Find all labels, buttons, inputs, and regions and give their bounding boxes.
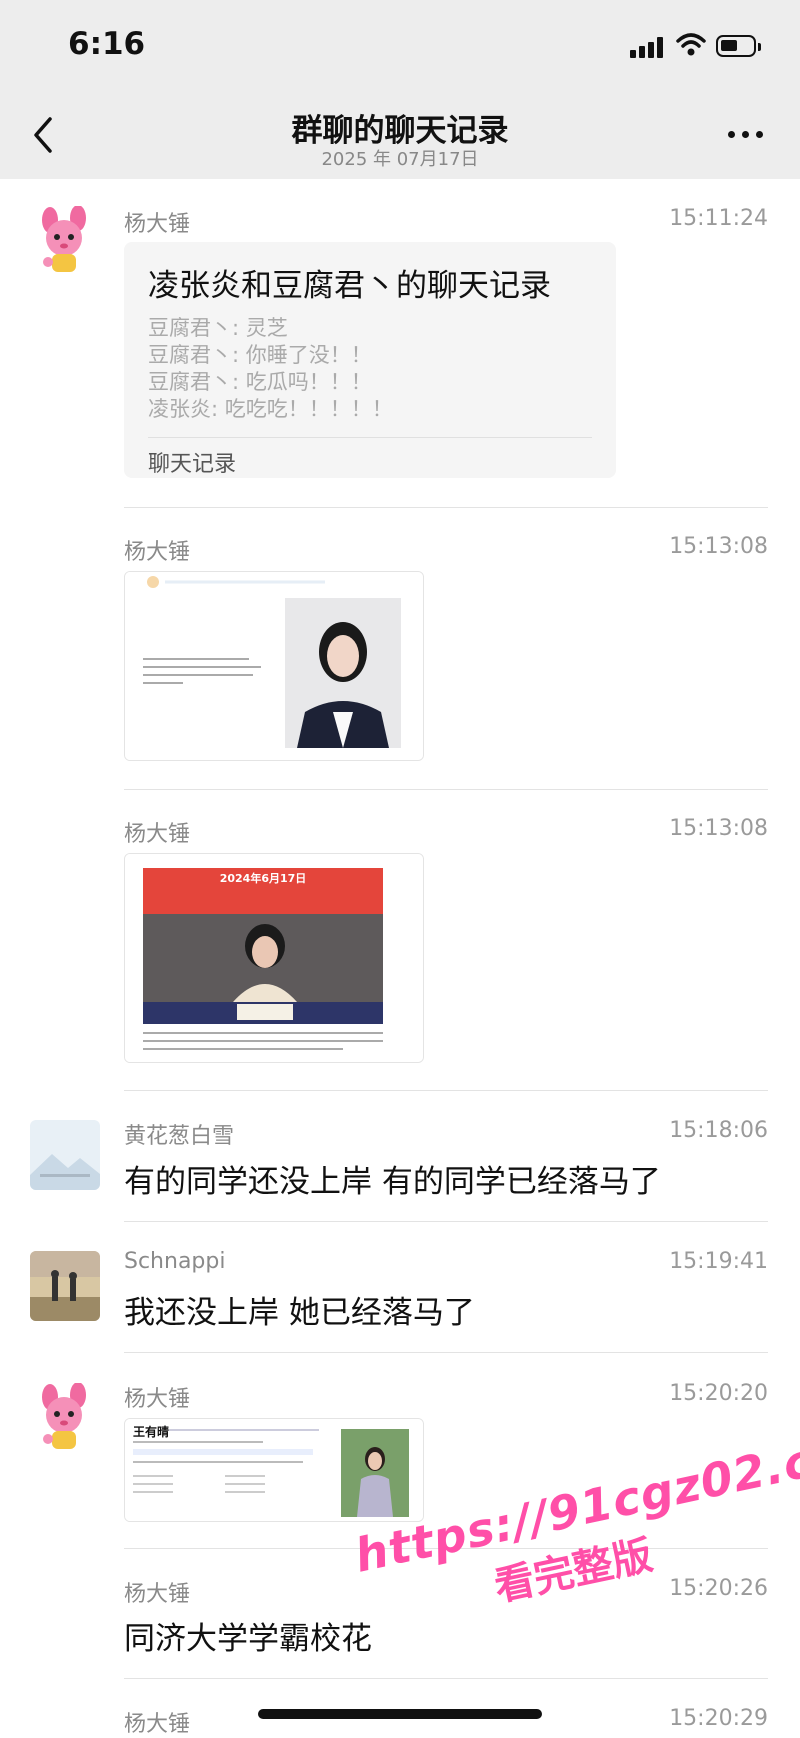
record-line: 豆腐君丶: 灵芝: [148, 316, 288, 340]
message-time: 15:20:26: [669, 1576, 768, 1601]
record-line: 豆腐君丶: 吃瓜吗！！！: [148, 370, 372, 394]
divider: [124, 507, 768, 508]
divider: [124, 1678, 768, 1679]
avatar[interactable]: [30, 206, 100, 276]
page-date: 2025 年 07月17日: [321, 149, 479, 170]
message-time: 15:20:20: [669, 1381, 768, 1406]
status-time: 6:16: [68, 26, 146, 62]
divider: [124, 1221, 768, 1222]
sender-name: 杨大锤: [124, 1582, 191, 1607]
status-bar: 6:16: [0, 0, 800, 95]
sender-name: Schnappi: [124, 1249, 226, 1274]
sender-name: 杨大锤: [124, 540, 191, 565]
message-text: 有的同学还没上岸 有的同学已经落马了: [124, 1164, 661, 1200]
message-time: 15:11:24: [669, 206, 768, 231]
record-footer: 聊天记录: [148, 452, 237, 477]
wifi-icon: [676, 33, 706, 56]
more-icon[interactable]: [726, 125, 766, 145]
nav-bar: 群聊的聊天记录 2025 年 07月17日: [0, 95, 800, 179]
divider: [148, 437, 592, 438]
sender-name: 杨大锤: [124, 1387, 191, 1412]
home-indicator[interactable]: [258, 1709, 542, 1719]
signal-icon: [630, 36, 670, 58]
profile-name: 王有晴: [133, 1425, 170, 1439]
message-time: 15:13:08: [669, 534, 768, 559]
image-attachment[interactable]: 王有晴: [124, 1418, 424, 1522]
record-line: 豆腐君丶: 你睡了没！！: [148, 343, 372, 367]
sender-name: 杨大锤: [124, 212, 191, 237]
message-text: 我还没上岸 她已经落马了: [124, 1295, 475, 1331]
sender-name: 杨大锤: [124, 822, 191, 847]
record-line: 凌张炎: 吃吃吃！！！！！: [148, 397, 393, 421]
message-time: 15:13:08: [669, 816, 768, 841]
divider: [124, 1090, 768, 1091]
divider: [124, 1352, 768, 1353]
record-title: 凌张炎和豆腐君丶的聊天记录: [148, 268, 551, 304]
image-attachment[interactable]: [124, 571, 424, 761]
avatar[interactable]: [30, 1251, 100, 1321]
photo-caption-banner: 2024年6月17日: [219, 872, 307, 885]
battery-icon: [716, 35, 761, 57]
avatar[interactable]: [30, 1120, 100, 1190]
message-text: 同济大学学霸校花: [124, 1621, 372, 1657]
avatar[interactable]: [30, 1383, 100, 1453]
chat-record-card[interactable]: 凌张炎和豆腐君丶的聊天记录 豆腐君丶: 灵芝 豆腐君丶: 你睡了没！！ 豆腐君丶…: [124, 242, 616, 478]
image-attachment[interactable]: 2024年6月17日: [124, 853, 424, 1063]
page-title: 群聊的聊天记录: [291, 113, 509, 149]
sender-name: 杨大锤: [124, 1712, 191, 1737]
message-time: 15:18:06: [669, 1118, 768, 1143]
message-time: 15:20:29: [669, 1706, 768, 1731]
divider: [124, 789, 768, 790]
message-time: 15:19:41: [669, 1249, 768, 1274]
sender-name: 黄花葱白雪: [124, 1124, 235, 1149]
